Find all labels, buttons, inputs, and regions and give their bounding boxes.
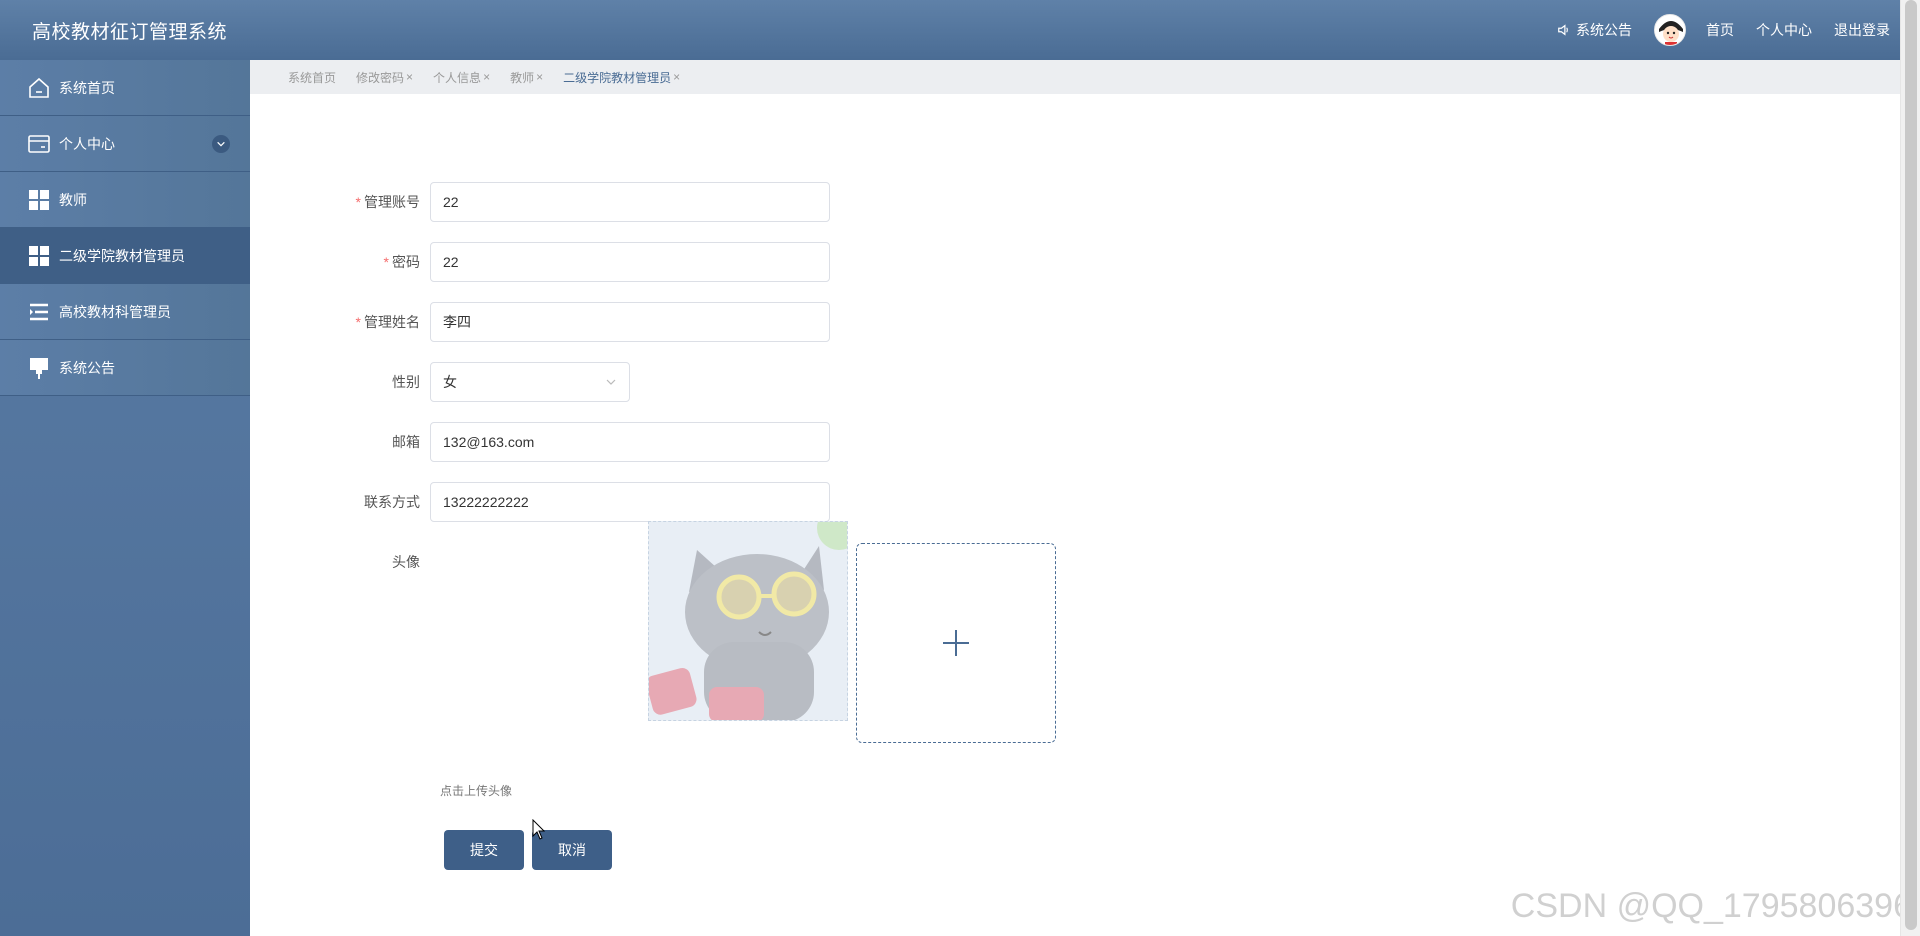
plus-icon (943, 630, 969, 656)
close-icon[interactable]: × (673, 70, 680, 84)
tab-teacher[interactable]: 教师 × (510, 69, 543, 86)
sidebar-item-label: 系统首页 (59, 79, 115, 96)
watermark: CSDN @QQ_1795806396 (1510, 887, 1912, 925)
user-center-link[interactable]: 个人中心 (1756, 20, 1812, 40)
upload-hint: 点击上传头像 (440, 784, 513, 798)
email-label: 邮箱 (392, 434, 420, 450)
chevron-down-icon[interactable] (212, 135, 230, 153)
avatar-image (1655, 15, 1685, 45)
notice-link[interactable]: 系统公告 (1557, 20, 1632, 40)
submit-button[interactable]: 提交 (444, 830, 524, 870)
form-row-name: * 管理姓名 李四 (250, 302, 830, 342)
phone-input[interactable]: 13222222222 (430, 482, 830, 522)
form-row-phone: 联系方式 13222222222 (250, 482, 830, 522)
sidebar-item-teacher[interactable]: 教师 (0, 172, 250, 228)
avatar-preview-image (648, 521, 848, 721)
notice-label: 系统公告 (1576, 22, 1632, 38)
tabs-bar: 系统首页 修改密码 × 个人信息 × 教师 × 二级学院教材管理员 × (250, 60, 1900, 94)
close-icon[interactable]: × (406, 70, 413, 84)
form-row-account: * 管理账号 22 (250, 182, 830, 222)
sidebar: 系统首页 个人中心 教师 二级学院教材管理员 高校教材科管理员 系统公告 (0, 60, 250, 936)
name-input[interactable]: 李四 (430, 302, 830, 342)
list-icon (27, 300, 51, 324)
speaker-icon (1558, 24, 1568, 36)
email-input[interactable]: 132@163.com (430, 422, 830, 462)
tab-college-admin[interactable]: 二级学院教材管理员 × (563, 69, 680, 86)
account-label: * 管理账号 (355, 194, 420, 210)
tab-label: 二级学院教材管理员 (563, 70, 672, 85)
tab-home[interactable]: 系统首页 (288, 69, 336, 86)
sidebar-item-college-admin[interactable]: 二级学院教材管理员 (0, 228, 250, 284)
form-row-avatar: 头像 (250, 542, 430, 582)
user-avatar[interactable] (1654, 14, 1686, 46)
required-mark: * (383, 254, 389, 270)
form-row-email: 邮箱 132@163.com (250, 422, 830, 462)
home-link[interactable]: 首页 (1706, 20, 1734, 40)
tab-personal-info[interactable]: 个人信息 × (433, 69, 490, 86)
tab-label: 系统首页 (288, 70, 337, 85)
logout-link[interactable]: 退出登录 (1834, 20, 1890, 40)
main-content: * 管理账号 22 * 密码 22 * 管理姓名 李四 性别 女 邮箱 132@163… (250, 94, 1900, 936)
required-mark: * (355, 314, 361, 330)
form-row-gender: 性别 女 (250, 362, 630, 402)
tab-label: 个人信息 (433, 70, 482, 85)
phone-label: 联系方式 (364, 494, 420, 510)
grid-icon (27, 244, 51, 268)
home-icon (27, 76, 51, 100)
gender-label: 性别 (392, 374, 420, 390)
close-icon[interactable]: × (483, 70, 490, 84)
avatar-label: 头像 (392, 554, 420, 570)
sidebar-item-user-center[interactable]: 个人中心 (0, 116, 250, 172)
sidebar-item-label: 个人中心 (59, 135, 115, 152)
header-actions: 系统公告 首页 个人中心 退出登录 (1557, 0, 1890, 60)
password-label: * 密码 (383, 254, 420, 270)
sidebar-item-notice[interactable]: 系统公告 (0, 340, 250, 396)
avatar-upload-button[interactable] (856, 543, 1056, 743)
sidebar-item-label: 二级学院教材管理员 (59, 247, 185, 264)
form-row-password: * 密码 22 (250, 242, 830, 282)
pin-icon (27, 356, 51, 380)
sidebar-item-label: 教师 (59, 191, 87, 208)
vertical-scrollbar[interactable] (1900, 0, 1920, 936)
close-icon[interactable]: × (536, 70, 543, 84)
gender-value: 女 (443, 374, 457, 390)
grid-icon (27, 188, 51, 212)
scrollbar-thumb[interactable] (1905, 0, 1917, 930)
tab-change-password[interactable]: 修改密码 × (356, 69, 413, 86)
password-input[interactable]: 22 (430, 242, 830, 282)
card-icon (27, 132, 51, 156)
sidebar-item-home[interactable]: 系统首页 (0, 60, 250, 116)
tab-label: 教师 (510, 70, 535, 85)
gender-select[interactable]: 女 (430, 362, 630, 402)
sidebar-item-label: 系统公告 (59, 359, 115, 376)
required-mark: * (355, 194, 361, 210)
mouse-cursor-icon (532, 819, 546, 840)
chevron-down-icon (606, 379, 616, 385)
name-label: * 管理姓名 (355, 314, 420, 330)
tab-label: 修改密码 (356, 70, 405, 85)
sidebar-item-university-admin[interactable]: 高校教材科管理员 (0, 284, 250, 340)
account-input[interactable]: 22 (430, 182, 830, 222)
top-header: 高校教材征订管理系统 系统公告 首页 个人中心 退出登录 (0, 0, 1920, 60)
app-title: 高校教材征订管理系统 (32, 22, 228, 43)
sidebar-item-label: 高校教材科管理员 (59, 303, 171, 320)
